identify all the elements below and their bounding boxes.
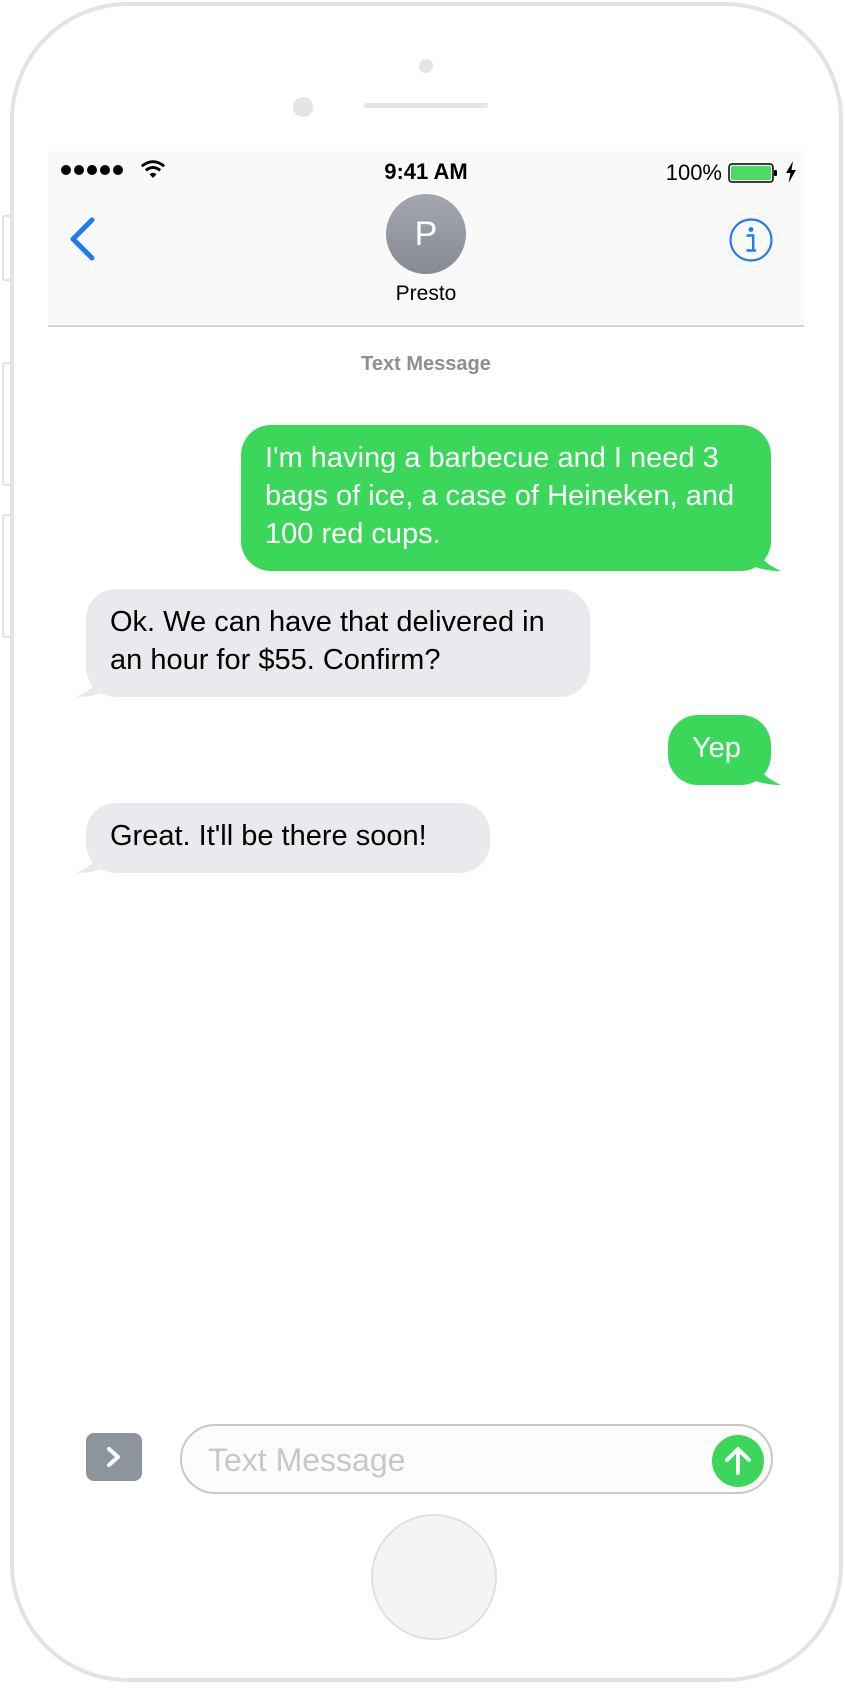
- message-text: I'm having a barbecue and I need 3 bags …: [265, 442, 735, 550]
- volume-up-button: [2, 362, 10, 486]
- message-bubble-received[interactable]: Ok. We can have that delivered in an hou…: [76, 589, 590, 697]
- home-button[interactable]: [371, 1514, 497, 1640]
- arrow-up-icon: [725, 1447, 751, 1475]
- message-text: Great. It'll be there soon!: [110, 820, 427, 852]
- info-icon[interactable]: [728, 217, 774, 263]
- chevron-right-icon: [107, 1447, 120, 1467]
- volume-down-button: [2, 514, 10, 638]
- thread-service-label: Text Message: [361, 353, 491, 375]
- contact-name[interactable]: Presto: [48, 282, 804, 306]
- message-input-container: [180, 1424, 773, 1494]
- silent-switch: [2, 215, 10, 281]
- bubble-tail: [747, 541, 781, 571]
- contact-avatar[interactable]: P: [386, 194, 466, 274]
- front-camera: [293, 97, 313, 117]
- earpiece-speaker: [364, 103, 488, 108]
- message-text: Yep: [692, 732, 741, 764]
- send-button[interactable]: [712, 1435, 764, 1487]
- bubble-tail: [76, 843, 110, 873]
- proximity-sensor: [419, 59, 433, 73]
- conversation-header: P Presto: [48, 191, 804, 327]
- status-bar: 9:41 AM 100%: [48, 151, 804, 191]
- message-bubble-sent[interactable]: Yep: [668, 715, 781, 785]
- bubble-tail: [747, 755, 781, 785]
- charging-bolt-icon: [786, 161, 796, 183]
- battery-percentage: 100%: [665, 160, 722, 185]
- message-bubble-received[interactable]: Great. It'll be there soon!: [76, 803, 490, 873]
- message-text: Ok. We can have that delivered in an hou…: [110, 606, 545, 676]
- messages-screen: 9:41 AM 100% P Presto Text Message I'm h…: [48, 151, 804, 1500]
- battery-icon: [728, 163, 777, 183]
- bubble-tail: [76, 667, 110, 697]
- message-bubble-sent[interactable]: I'm having a barbecue and I need 3 bags …: [241, 425, 781, 571]
- app-drawer-button[interactable]: [86, 1433, 142, 1481]
- back-chevron-icon[interactable]: [68, 217, 96, 261]
- message-input[interactable]: [206, 1436, 690, 1484]
